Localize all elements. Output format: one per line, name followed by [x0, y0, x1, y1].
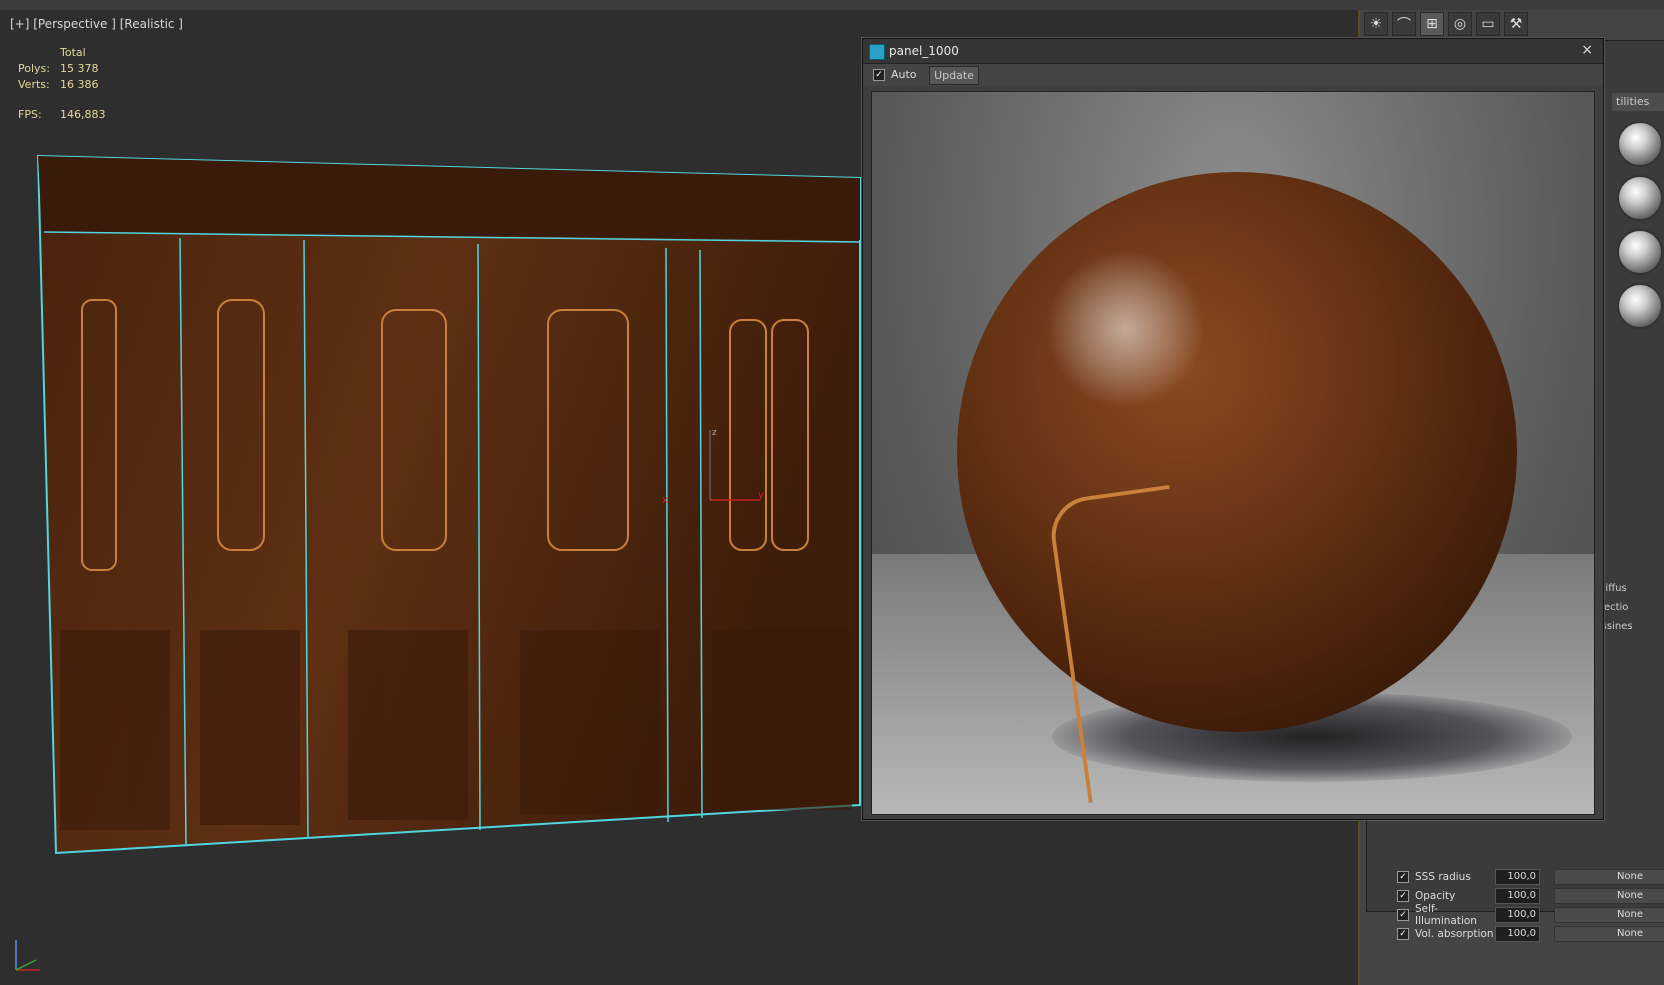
map-enable-checkbox[interactable]: ✓ [1397, 889, 1409, 902]
world-axis-icon [15, 940, 40, 971]
wood-material-sphere [957, 172, 1517, 804]
app-icon [869, 44, 885, 60]
sun-icon[interactable]: ☀ [1364, 12, 1388, 36]
map-name: Self-Illumination [1415, 902, 1477, 927]
gizmo-x-label: x [662, 495, 668, 506]
auto-toggle[interactable]: ✓ Auto [873, 68, 917, 81]
auto-checkbox[interactable]: ✓ [873, 68, 885, 81]
transform-gizmo[interactable]: x y z [660, 425, 770, 515]
map-slot-button[interactable]: None [1554, 906, 1664, 923]
map-enable-checkbox[interactable]: ✓ [1397, 908, 1409, 921]
map-enable-checkbox[interactable]: ✓ [1397, 927, 1409, 940]
map-slot-button[interactable]: None [1554, 868, 1664, 885]
map-amount-spinner[interactable]: 100,0 [1495, 868, 1540, 885]
render-frame-window[interactable]: panel_1000 × ✓ Auto Update [862, 38, 1604, 820]
map-amount-spinner[interactable]: 100,0 [1495, 887, 1540, 904]
motion-icon[interactable]: ◎ [1448, 12, 1472, 36]
utilities-tab[interactable]: tilities [1612, 93, 1664, 111]
display-icon[interactable]: ▭ [1476, 12, 1500, 36]
command-panel-tabs: ☀ ⌒ ⊞ ◎ ▭ ⚒ [1364, 12, 1528, 36]
close-icon[interactable]: × [1581, 42, 1593, 58]
material-slot-sphere[interactable] [1617, 175, 1663, 221]
map-row-sss-radius: ✓ SSS radius 100,0 None [1397, 867, 1664, 886]
material-preview-render [871, 91, 1595, 815]
render-window-toolbar: ✓ Auto Update [863, 64, 1603, 86]
update-button[interactable]: Update [929, 66, 979, 85]
map-slot-button[interactable]: None [1554, 925, 1664, 942]
map-name: Opacity [1415, 889, 1456, 902]
material-slot-sphere[interactable] [1617, 229, 1663, 275]
map-amount-spinner[interactable]: 100,0 [1495, 906, 1540, 923]
map-enable-checkbox[interactable]: ✓ [1397, 870, 1409, 883]
hierarchy-icon[interactable]: ⊞ [1420, 12, 1444, 36]
map-row-vol-absorption: ✓ Vol. absorption 100,0 None [1397, 924, 1664, 943]
utilities-hammer-icon[interactable]: ⚒ [1504, 12, 1528, 36]
gizmo-y-label: y [758, 490, 764, 501]
auto-label: Auto [891, 68, 917, 81]
material-slot-sphere[interactable] [1617, 121, 1663, 167]
maps-rollout: ✓ SSS radius 100,0 None ✓ Opacity 100,0 … [1397, 867, 1664, 943]
render-window-title: panel_1000 [889, 44, 959, 58]
map-slot-button[interactable]: None [1554, 887, 1664, 904]
material-slot-sphere[interactable] [1617, 283, 1663, 329]
map-amount-spinner[interactable]: 100,0 [1495, 925, 1540, 942]
material-slots [1617, 121, 1663, 337]
render-window-titlebar[interactable]: panel_1000 × [863, 39, 1603, 64]
map-row-self-illumination: ✓ Self-Illumination 100,0 None [1397, 902, 1664, 927]
gizmo-z-label: z [712, 428, 717, 438]
map-name: Vol. absorption [1415, 927, 1494, 940]
modify-icon[interactable]: ⌒ [1392, 12, 1416, 36]
map-name: SSS radius [1415, 870, 1471, 883]
